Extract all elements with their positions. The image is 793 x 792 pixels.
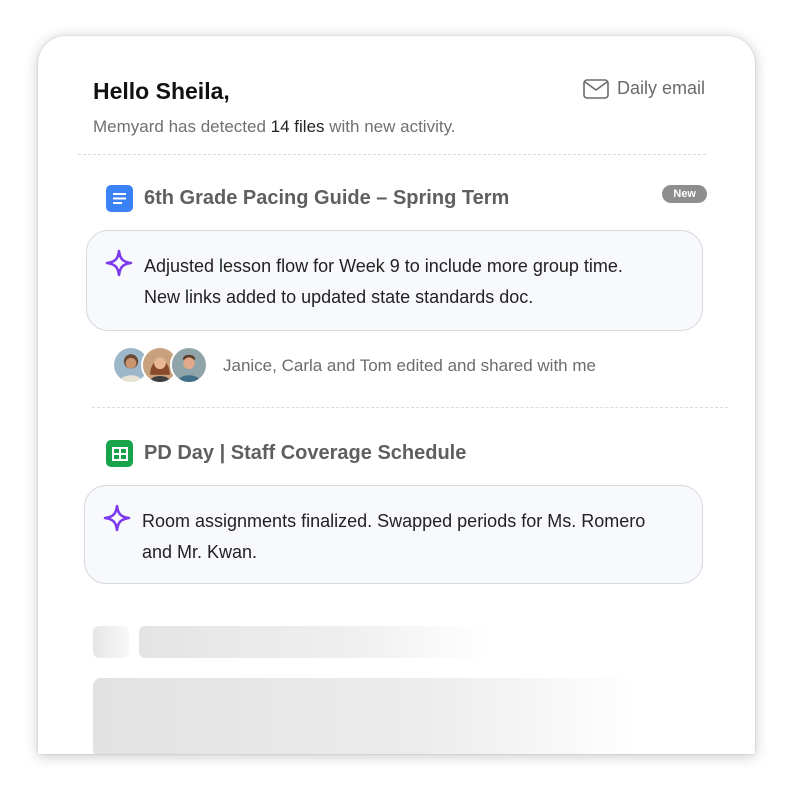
file-count: 14 files bbox=[270, 117, 325, 136]
loading-skeleton-title bbox=[139, 626, 489, 658]
file-link-pacing-guide[interactable]: 6th Grade Pacing Guide – Spring Term bbox=[106, 185, 509, 212]
greeting-title: Hello Sheila, bbox=[93, 78, 230, 104]
divider bbox=[92, 407, 728, 408]
activity-card: Hello Sheila, Memyard has detected 14 fi… bbox=[38, 36, 755, 754]
summary-line: New links added to updated state standar… bbox=[144, 287, 534, 307]
loading-skeleton-summary bbox=[93, 678, 638, 754]
google-sheets-icon bbox=[106, 440, 133, 467]
daily-email-label: Daily email bbox=[616, 78, 705, 98]
avatar[interactable] bbox=[170, 346, 208, 384]
ai-sparkle-icon bbox=[103, 504, 131, 532]
google-docs-icon bbox=[106, 185, 133, 212]
summary-line: Adjusted lesson flow for Week 9 to inclu… bbox=[144, 256, 623, 276]
file-link-staff-coverage[interactable]: PD Day | Staff Coverage Schedule bbox=[106, 440, 466, 467]
editors-text: Janice, Carla and Tom edited and shared … bbox=[223, 356, 596, 375]
editor-avatars[interactable] bbox=[112, 346, 208, 384]
summary-text: Room assignments finalized. Swapped peri… bbox=[142, 506, 672, 568]
new-badge: New bbox=[662, 185, 707, 203]
activity-summary-line: Memyard has detected 14 files with new a… bbox=[93, 117, 456, 137]
envelope-icon bbox=[583, 78, 609, 99]
divider bbox=[78, 154, 706, 155]
daily-email-button[interactable]: Daily email bbox=[583, 78, 705, 99]
subline-suffix: with new activity. bbox=[324, 117, 456, 136]
loading-skeleton-icon bbox=[93, 626, 129, 658]
file-title: PD Day | Staff Coverage Schedule bbox=[144, 442, 467, 464]
ai-summary-box: Adjusted lesson flow for Week 9 to inclu… bbox=[86, 230, 703, 331]
ai-summary-box: Room assignments finalized. Swapped peri… bbox=[84, 485, 703, 584]
summary-line: and Mr. Kwan. bbox=[142, 542, 258, 562]
subline-prefix: Memyard has detected bbox=[93, 117, 271, 136]
summary-line: Room assignments finalized. Swapped peri… bbox=[142, 511, 646, 531]
file-title: 6th Grade Pacing Guide – Spring Term bbox=[144, 187, 510, 209]
summary-text: Adjusted lesson flow for Week 9 to inclu… bbox=[144, 251, 672, 313]
ai-sparkle-icon bbox=[105, 249, 133, 277]
